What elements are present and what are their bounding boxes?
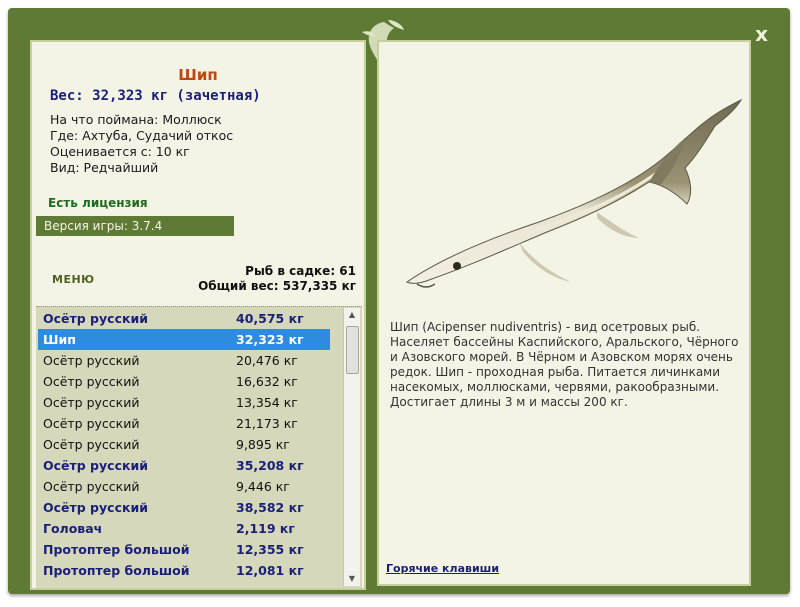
dialog-frame: x Шип Вес: 32,323 кг (зачетная) На что п… <box>8 8 790 594</box>
bait-info: На что поймана: Моллюск <box>50 112 222 127</box>
list-item[interactable]: Осётр русский 40,575 кг <box>38 308 330 329</box>
list-item-weight: 12,355 кг <box>236 542 304 557</box>
scroll-thumb[interactable] <box>346 326 359 374</box>
license-status: Есть лицензия <box>48 196 148 210</box>
location-info: Где: Ахтуба, Судачий откос <box>50 128 234 143</box>
list-item-name: Головач <box>43 521 103 536</box>
sturgeon-image <box>406 98 743 288</box>
list-item[interactable]: Головач 2,119 кг <box>38 518 330 539</box>
fish-list[interactable]: Осётр русский 40,575 кг Шип 32,323 кг Осётр … <box>36 306 362 588</box>
fish-weight: Вес: 32,323 кг (зачетная) <box>50 88 261 104</box>
list-item[interactable]: Осётр русский 13,354 кг <box>38 392 330 413</box>
list-item[interactable]: Осётр русский 16,632 кг <box>38 371 330 392</box>
list-item-weight: 12,081 кг <box>236 563 304 578</box>
scroll-down-icon[interactable]: ▼ <box>344 572 360 586</box>
list-item-weight: 2,119 кг <box>236 521 295 536</box>
list-item-name: Осётр русский <box>43 353 140 368</box>
list-item-name: Протоптер большой <box>43 542 190 557</box>
list-item[interactable]: Протоптер большой 12,081 кг <box>38 560 330 581</box>
list-item-weight: 13,354 кг <box>236 395 298 410</box>
game-version: Версия игры: 3.7.4 <box>36 216 234 236</box>
list-item-name: Осётр русский <box>43 395 140 410</box>
total-weight: Общий вес: 537,335 кг <box>198 279 356 293</box>
list-item-name: Осётр русский <box>43 416 140 431</box>
list-item-name: Осётр русский <box>43 500 148 515</box>
catch-info-panel: Шип Вес: 32,323 кг (зачетная) На что пой… <box>30 40 366 590</box>
list-item-weight: 9,446 кг <box>236 479 290 494</box>
list-item-weight: 32,323 кг <box>236 332 304 347</box>
list-item-name: Осётр русский <box>43 458 148 473</box>
list-item-name: Протоптер большой <box>43 563 190 578</box>
fish-name-title: Шип <box>178 66 218 84</box>
rated-from-info: Оценивается с: 10 кг <box>50 144 190 159</box>
list-item-name: Осётр русский <box>43 437 140 452</box>
list-item-name: Осётр русский <box>43 311 148 326</box>
hotkeys-link[interactable]: Горячие клавиши <box>386 562 499 575</box>
list-item[interactable]: Осётр русский 38,582 кг <box>38 497 330 518</box>
list-item[interactable]: Протоптер большой 12,355 кг <box>38 539 330 560</box>
list-item-name: Шип <box>43 332 76 347</box>
list-divider <box>36 306 362 307</box>
list-item-weight: 21,173 кг <box>236 416 298 431</box>
list-item-name: Осётр русский <box>43 374 140 389</box>
list-scrollbar[interactable]: ▲ ▼ <box>343 308 360 586</box>
list-item-weight: 16,632 кг <box>236 374 298 389</box>
menu-button[interactable]: МЕНЮ <box>52 273 95 286</box>
list-item[interactable]: Осётр русский 9,895 кг <box>38 434 330 455</box>
list-item-weight: 40,575 кг <box>236 311 304 326</box>
list-item-weight: 20,476 кг <box>236 353 298 368</box>
list-item[interactable]: Осётр русский 9,446 кг <box>38 476 330 497</box>
list-item-weight: 35,208 кг <box>236 458 304 473</box>
list-item[interactable]: Шип 32,323 кг <box>38 329 330 350</box>
fish-description: Шип (Acipenser nudiventris) - вид осетро… <box>390 320 739 409</box>
list-item[interactable]: Осётр русский 20,476 кг <box>38 350 330 371</box>
list-item-weight: 9,895 кг <box>236 437 290 452</box>
close-icon[interactable]: x <box>755 22 768 46</box>
fish-description-panel: Шип (Acipenser nudiventris) - вид осетро… <box>377 40 751 586</box>
fish-count: Рыб в садке: 61 <box>245 264 356 278</box>
list-item[interactable]: Осётр русский 21,173 кг <box>38 413 330 434</box>
keepnet-stats: Рыб в садке: 61 Общий вес: 537,335 кг <box>198 264 356 294</box>
kind-info: Вид: Редчайший <box>50 160 159 175</box>
list-item[interactable]: Осётр русский 35,208 кг <box>38 455 330 476</box>
list-item-name: Осётр русский <box>43 479 140 494</box>
list-item-weight: 38,582 кг <box>236 500 304 515</box>
scroll-up-icon[interactable]: ▲ <box>344 308 360 322</box>
